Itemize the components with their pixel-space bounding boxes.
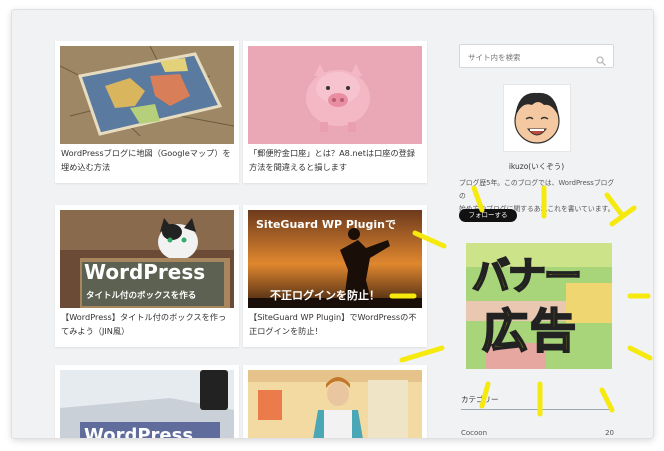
retro-kitchen-image bbox=[248, 370, 422, 438]
article-thumbnail[interactable]: WordPress bbox=[60, 370, 234, 438]
avatar bbox=[503, 84, 571, 152]
thumb-overlay-title: WordPress bbox=[84, 425, 194, 438]
divider bbox=[461, 409, 614, 410]
article-card[interactable]: SiteGuard WP Pluginで 不正ログインを防止！ 【SiteGua… bbox=[243, 205, 427, 347]
article-title-line[interactable]: 方法を間違えると損します bbox=[249, 160, 415, 174]
search-icon[interactable] bbox=[596, 51, 606, 70]
thumb-overlay-title: SiteGuard WP Pluginで bbox=[256, 218, 396, 231]
banner-text-line1: バナー bbox=[471, 253, 583, 299]
article-title[interactable]: 【WordPress】タイトル付のボックスを作っ てみよう（JIN風） bbox=[61, 310, 226, 338]
article-card[interactable]: 「郵便貯金口座」とは？A8.netは口座の登録 方法を間違えると損します bbox=[243, 41, 427, 183]
article-title-line[interactable]: 埋め込む方法 bbox=[61, 160, 231, 174]
profile-name: ikuzo(いくぞう) bbox=[508, 162, 565, 171]
article-title[interactable]: WordPressブログに地図（Googleマップ）を 埋め込む方法 bbox=[61, 146, 231, 174]
article-thumbnail[interactable]: WordPress タイトル付のボックスを作る bbox=[60, 210, 234, 308]
banner-ad[interactable]: バナー 広告 bbox=[466, 243, 612, 369]
article-card[interactable]: WordPressブログに地図（Googleマップ）を 埋め込む方法 bbox=[55, 41, 239, 183]
category-count: 20 bbox=[605, 429, 614, 437]
article-title[interactable]: 「郵便貯金口座」とは？A8.netは口座の登録 方法を間違えると損します bbox=[249, 146, 415, 174]
article-title-line[interactable]: 【WordPress】タイトル付のボックスを作っ bbox=[61, 310, 226, 324]
article-title[interactable]: 【SiteGuard WP Plugin】でWordPressの不 正ログインを… bbox=[249, 310, 417, 338]
banner-text-line2: 広告 bbox=[481, 303, 578, 359]
article-title-line[interactable]: てみよう（JIN風） bbox=[61, 324, 226, 338]
header-fragment: ━ ━ ━━ ━━━ ━ ━ bbox=[242, 10, 392, 14]
category-name[interactable]: Cocoon bbox=[461, 429, 487, 437]
article-card[interactable] bbox=[243, 365, 427, 438]
article-title-line[interactable]: WordPressブログに地図（Googleマップ）を bbox=[61, 146, 231, 160]
thumb-overlay-subtitle: 不正ログインを防止！ bbox=[270, 289, 380, 302]
article-title-line[interactable]: 【SiteGuard WP Plugin】でWordPressの不 bbox=[249, 310, 417, 324]
browser-viewport: ━ ━ ━━ ━━━ ━ ━ WordPressブログに地図（Googleマップ… bbox=[12, 10, 653, 438]
article-card[interactable]: WordPress タイトル付のボックスを作る 【WordPress】タイトル付… bbox=[55, 205, 239, 347]
article-title-line[interactable]: 正ログインを防止！ bbox=[249, 324, 417, 338]
category-item[interactable]: Cocoon 20 bbox=[461, 429, 614, 437]
map-image bbox=[60, 46, 234, 144]
article-thumbnail[interactable]: SiteGuard WP Pluginで 不正ログインを防止！ bbox=[248, 210, 422, 308]
search-input[interactable] bbox=[460, 46, 590, 69]
article-thumbnail[interactable] bbox=[60, 46, 234, 144]
search-box[interactable] bbox=[459, 44, 614, 70]
profile-widget: ikuzo(いくぞう) ブログ歴5年。このブログでは、WordPressブログの… bbox=[459, 76, 614, 226]
piggy-bank-image bbox=[248, 46, 422, 144]
thumb-overlay-title: WordPress bbox=[84, 260, 206, 284]
article-thumbnail[interactable] bbox=[248, 370, 422, 438]
article-thumbnail[interactable] bbox=[248, 46, 422, 144]
article-card[interactable]: WordPress bbox=[55, 365, 239, 438]
follow-button[interactable]: フォローする bbox=[459, 209, 517, 222]
article-title-line[interactable]: 「郵便貯金口座」とは？A8.netは口座の登録 bbox=[249, 146, 415, 160]
category-heading: カテゴリー bbox=[461, 395, 499, 404]
thumb-overlay-subtitle: タイトル付のボックスを作る bbox=[86, 291, 197, 301]
profile-description-line: ブログ歴5年。このブログでは、WordPressブログの bbox=[459, 179, 615, 200]
